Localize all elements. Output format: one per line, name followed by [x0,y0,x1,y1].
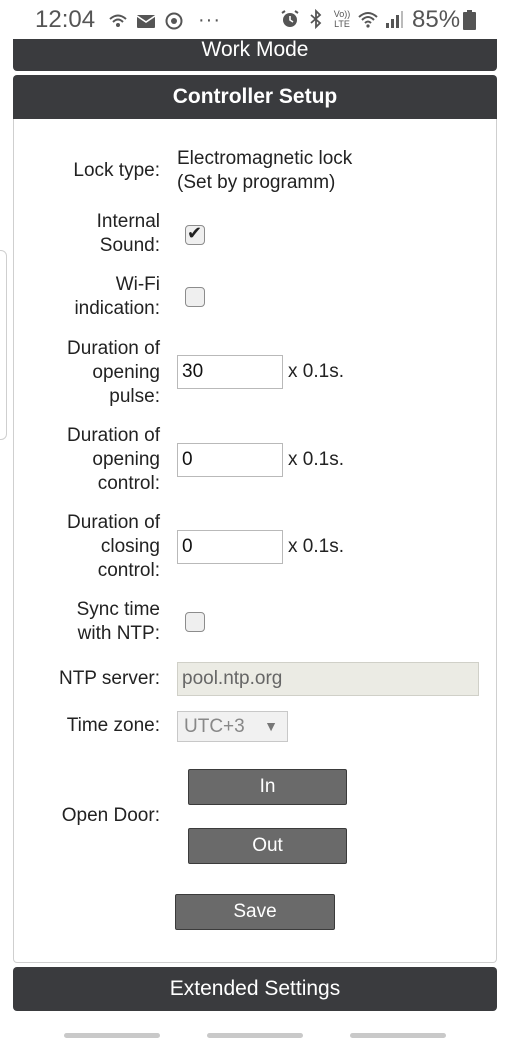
battery-icon [463,10,476,30]
bluetooth-icon [310,9,322,29]
sync-ntp-label-line1: Sync time [76,599,160,620]
opening-pulse-label: Duration of opening pulse: [67,337,160,409]
sync-icon [165,12,183,29]
opening-pulse-label-line2: opening [92,362,160,383]
controller-setup-header[interactable]: Controller Setup [13,75,497,119]
sync-ntp-checkbox[interactable] [185,612,205,632]
nav-home-button[interactable] [207,1033,303,1038]
opening-control-label-line1: Duration of [67,425,160,446]
volte-icon: Vo)) LTE [333,9,351,29]
wifi-indication-label: Wi-Fi indication: [74,273,160,321]
status-time: 12:04 [35,6,96,33]
internal-sound-checkbox[interactable]: ✔ [185,223,205,245]
open-door-in-button[interactable]: In [188,769,347,805]
closing-control-input[interactable] [177,530,283,564]
dropdown-arrow-icon: ▼ [264,718,278,734]
closing-control-label-line2: closing [100,536,160,557]
closing-control-label-line3: control: [97,560,160,581]
sync-ntp-label: Sync time with NTP: [77,598,160,646]
system-nav-bar [0,1015,510,1047]
closing-control-unit: x 0.1s. [288,536,344,557]
status-right-icons: Vo)) LTE [280,9,404,29]
wifi-indication-label-line1: Wi-Fi [115,274,160,295]
extended-settings-header[interactable]: Extended Settings [13,967,497,1011]
wifi-indication-label-line2: indication: [74,298,160,319]
battery-percent: 85% [412,6,461,33]
internal-sound-label-line1: Internal [96,211,160,232]
work-mode-header[interactable]: Work Mode [13,39,497,71]
nav-recents-button[interactable] [64,1033,160,1038]
alarm-icon [281,10,299,27]
internal-sound-label: Internal Sound: [97,210,160,258]
controller-setup-title: Controller Setup [172,85,338,108]
extended-settings-title: Extended Settings [169,977,341,1000]
opening-control-label: Duration of opening control: [67,424,160,496]
opening-control-input[interactable] [177,443,283,477]
opening-pulse-input[interactable] [177,355,283,389]
internal-sound-label-line2: Sound: [99,235,160,256]
time-zone-label: Time zone: [66,715,160,736]
time-zone-selected: UTC+3 [184,716,245,737]
ntp-server-label: NTP server: [58,668,160,689]
opening-pulse-label-line1: Duration of [67,338,160,359]
status-bar: 12:04 ··· Vo)) LTE 85% [0,0,510,40]
ntp-server-input[interactable] [177,662,479,696]
lock-type-label: Lock type: [73,160,160,181]
closing-control-label: Duration of closing control: [67,511,160,583]
lock-type-value-line1: Electromagnetic lock [177,148,353,169]
sync-ntp-label-line2: with NTP: [77,623,160,644]
lock-type-value-line2: (Set by programm) [177,172,336,193]
open-door-label: Open Door: [61,805,160,826]
save-button[interactable]: Save [175,894,335,930]
opening-control-label-line3: control: [97,473,160,494]
wifi-indication-checkbox[interactable] [185,287,205,307]
opening-control-label-line2: opening [92,449,160,470]
mail-icon [136,14,156,28]
signal-icon [386,11,403,28]
opening-control-unit: x 0.1s. [288,449,344,470]
page: 12:04 ··· Vo)) LTE 85% Work Mode Control… [0,0,510,1047]
open-door-out-button[interactable]: Out [188,828,347,864]
more-dots-icon: ··· [198,9,221,31]
checkmark-icon: ✔ [187,223,203,243]
time-zone-select[interactable]: UTC+3 ▼ [177,711,288,742]
side-drawer-handle[interactable] [0,250,7,440]
nav-back-button[interactable] [350,1033,446,1038]
closing-control-label-line1: Duration of [67,512,160,533]
wifi-call-icon [109,14,127,27]
wifi-icon [358,12,378,28]
lock-type-value: Electromagnetic lock (Set by programm) [177,147,352,195]
opening-pulse-label-line3: pulse: [109,386,160,407]
work-mode-title: Work Mode [201,38,309,61]
opening-pulse-unit: x 0.1s. [288,361,344,382]
status-left-icons: ··· [108,9,221,32]
